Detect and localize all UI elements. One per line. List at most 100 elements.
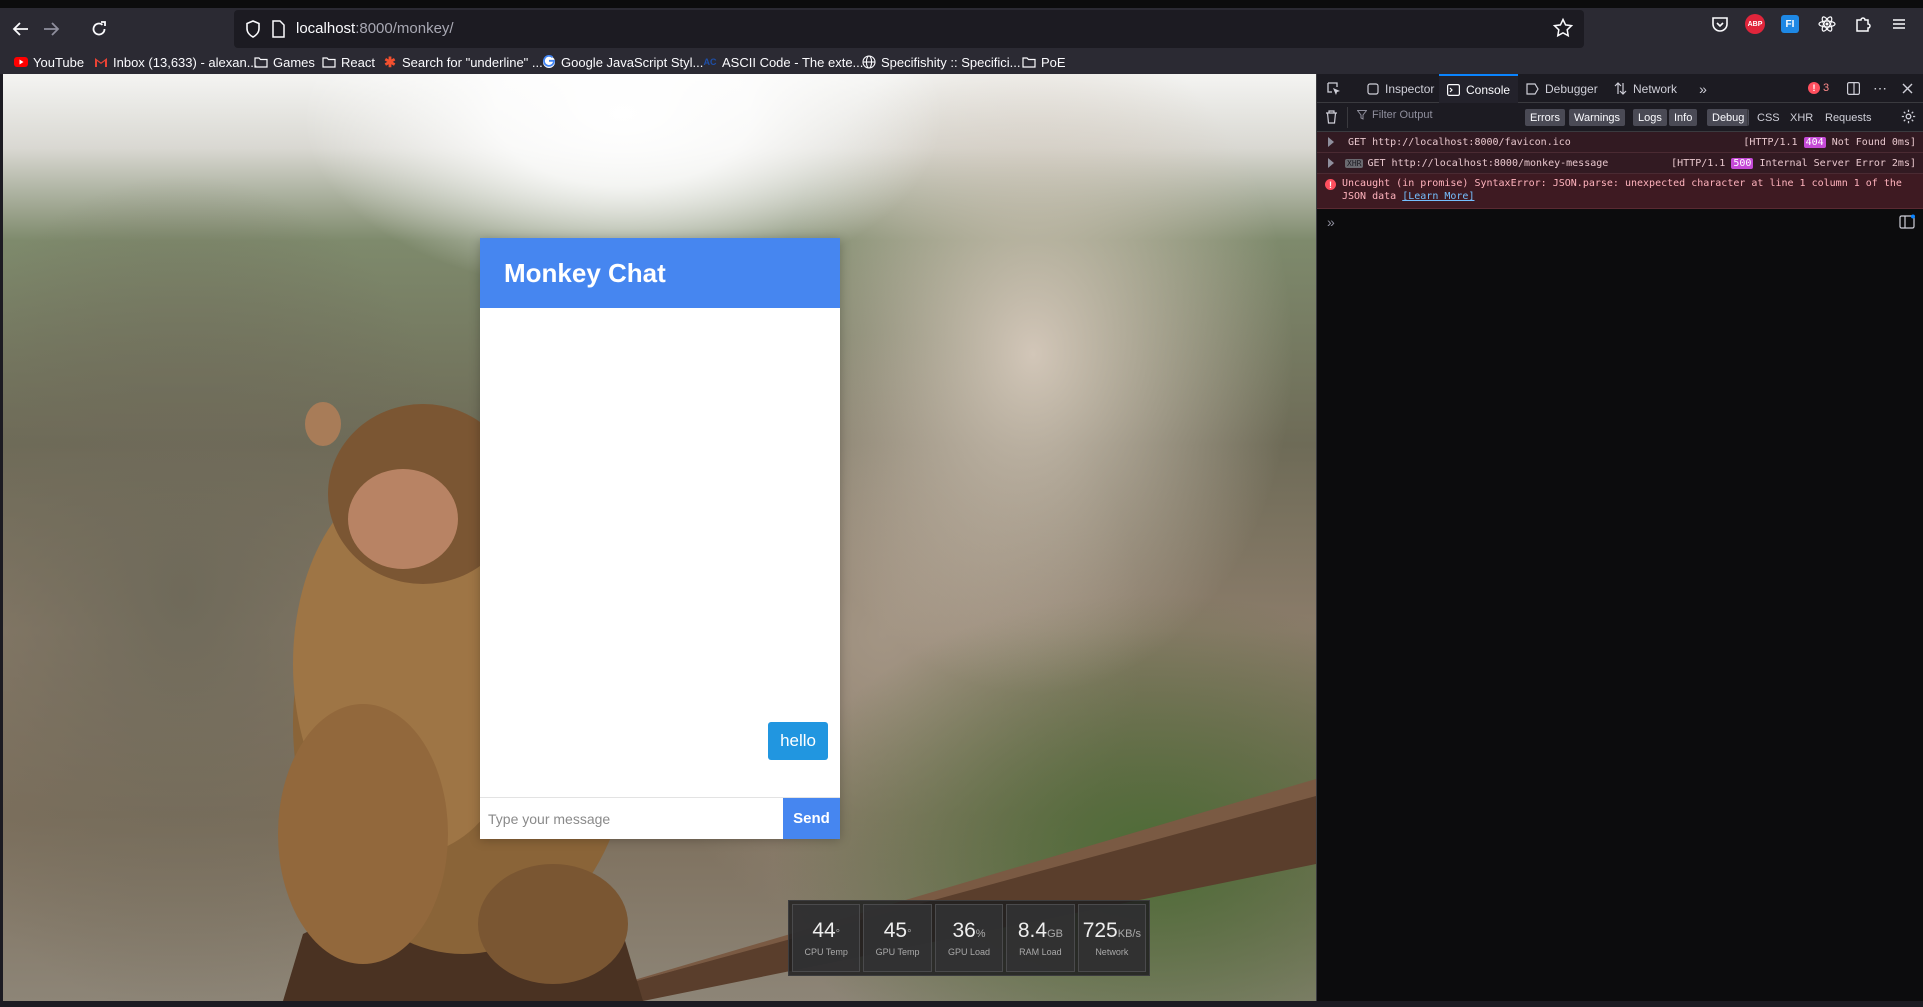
response-protocol: [HTTP/1.1 — [1671, 158, 1726, 169]
extension-icon: FI — [1781, 15, 1799, 33]
filter-info-button[interactable]: Info — [1669, 109, 1698, 126]
chat-messages: hello — [480, 308, 840, 792]
bookmark-label: Search for "underline" ... — [402, 54, 543, 70]
gpu-temp-label: GPU Temp — [875, 947, 920, 957]
message-input[interactable] — [480, 798, 783, 839]
filter-warnings-button[interactable]: Warnings — [1569, 109, 1626, 126]
toolbar-divider — [1747, 109, 1748, 126]
ram-load-value: 8.4GB — [1018, 919, 1063, 943]
trash-icon — [1326, 110, 1337, 124]
error-count-badge[interactable]: ! 3 — [1808, 82, 1829, 94]
page-viewport: Monkey Chat hello Send 44° CPU Temp 45° … — [3, 74, 1316, 1001]
split-console-icon[interactable] — [1899, 214, 1915, 230]
status-text: Internal Server Error 2ms] — [1759, 158, 1916, 169]
tab-inspector[interactable]: Inspector — [1359, 74, 1442, 103]
expand-caret-icon[interactable] — [1328, 137, 1334, 147]
folder-icon — [1022, 55, 1036, 69]
react-devtools-button[interactable] — [1816, 13, 1838, 35]
network-log-row[interactable]: GET http://localhost:8000/favicon.ico [H… — [1317, 132, 1923, 153]
gpu-load-unit: % — [975, 928, 986, 940]
tab-network[interactable]: Network — [1606, 74, 1685, 103]
xhr-tag: XHR — [1345, 159, 1364, 168]
tab-debugger[interactable]: Debugger — [1518, 74, 1606, 103]
network-number: 725 — [1082, 919, 1118, 942]
extension-button[interactable]: FI — [1779, 13, 1801, 35]
bookmarks-toolbar: YouTube Inbox (13,633) - alexan... Games… — [0, 50, 1923, 74]
gmail-icon — [94, 55, 108, 69]
tab-console[interactable]: Console — [1439, 74, 1519, 103]
dock-icon — [1846, 82, 1860, 95]
filter-output-input[interactable]: Filter Output — [1357, 109, 1433, 121]
bookmark-specifishity[interactable]: Specifishity :: Specifici... — [862, 52, 1020, 72]
reload-icon — [92, 21, 106, 36]
filter-requests-button[interactable]: Requests — [1825, 109, 1871, 126]
more-tabs-button[interactable]: » — [1695, 74, 1711, 103]
chat-footer: Send — [480, 797, 840, 839]
send-button[interactable]: Send — [783, 798, 840, 839]
pocket-button[interactable] — [1709, 13, 1731, 35]
tracking-shield-icon[interactable] — [244, 19, 262, 39]
console-prompt[interactable]: » — [1327, 214, 1335, 230]
filter-logs-button[interactable]: Logs — [1633, 109, 1667, 126]
tab-label: Debugger — [1545, 81, 1598, 96]
forward-button[interactable] — [36, 14, 66, 44]
bookmark-star-icon[interactable] — [1552, 17, 1574, 39]
bookmark-inbox[interactable]: Inbox (13,633) - alexan... — [94, 52, 258, 72]
network-icon — [1614, 82, 1627, 95]
bookmark-google-js-style[interactable]: Google JavaScript Styl... — [542, 52, 703, 72]
chat-header: Monkey Chat — [480, 238, 840, 308]
bookmark-ascii-code[interactable]: AC ASCII Code - The exte... — [703, 52, 864, 72]
tab-label: Network — [1633, 81, 1678, 96]
bookmark-label: Inbox (13,633) - alexan... — [113, 54, 258, 70]
close-devtools-button[interactable] — [1899, 74, 1915, 103]
back-button[interactable] — [6, 14, 36, 44]
cpu-temp-value: 44° — [812, 919, 840, 943]
request-url[interactable]: http://localhost:8000/favicon.ico — [1372, 137, 1571, 148]
request-method: GET — [1348, 137, 1367, 148]
devtools-menu-button[interactable]: ⋯ — [1871, 74, 1889, 103]
close-icon — [1902, 83, 1912, 94]
pocket-icon — [1712, 17, 1728, 32]
bookmark-label: Google JavaScript Styl... — [561, 54, 704, 70]
adblock-extension-button[interactable]: ABP — [1744, 13, 1766, 35]
url-text[interactable]: localhost:8000/monkey/ — [296, 20, 454, 37]
filter-css-button[interactable]: CSS — [1757, 109, 1780, 126]
bookmark-search-underline[interactable]: ✱ Search for "underline" ... — [383, 52, 543, 72]
bookmark-label: Specifishity :: Specifici... — [881, 54, 1021, 70]
learn-more-link[interactable]: [Learn More] — [1402, 191, 1474, 202]
arrow-right-icon — [44, 22, 60, 36]
filter-xhr-button[interactable]: XHR — [1790, 109, 1813, 126]
dock-options-button[interactable] — [1845, 74, 1861, 103]
bookmark-poe[interactable]: PoE — [1022, 52, 1066, 72]
cpu-temp-unit: ° — [835, 928, 841, 940]
pick-element-button[interactable] — [1323, 74, 1345, 103]
request-url[interactable]: http://localhost:8000/monkey-message — [1392, 158, 1609, 169]
bookmark-games[interactable]: Games — [254, 52, 315, 72]
error-log-row[interactable]: ! Uncaught (in promise) SyntaxError: JSO… — [1317, 174, 1923, 209]
console-toolbar: Filter Output Errors Warnings Logs Info … — [1317, 103, 1923, 132]
devtools-tabbar: Inspector Console Debugger Network » ! 3… — [1317, 74, 1923, 103]
bookmark-label: ASCII Code - The exte... — [722, 54, 864, 70]
url-bar[interactable]: localhost:8000/monkey/ — [234, 10, 1584, 48]
inspector-icon — [1367, 82, 1379, 95]
folder-icon — [322, 55, 336, 69]
devtools-panel: Inspector Console Debugger Network » ! 3… — [1316, 74, 1923, 1001]
expand-caret-icon[interactable] — [1328, 158, 1334, 168]
menu-button[interactable] — [1888, 13, 1910, 35]
error-message: Uncaught (in promise) SyntaxError: JSON.… — [1342, 177, 1912, 203]
clear-console-button[interactable] — [1325, 110, 1338, 129]
reload-button[interactable] — [84, 14, 114, 44]
console-settings-button[interactable] — [1901, 109, 1916, 129]
filter-debug-button[interactable]: Debug — [1707, 109, 1750, 126]
bookmark-youtube[interactable]: YouTube — [14, 52, 84, 72]
extensions-button[interactable] — [1852, 13, 1874, 35]
filter-placeholder: Filter Output — [1372, 109, 1433, 121]
filter-errors-button[interactable]: Errors — [1525, 109, 1565, 126]
bookmark-label: PoE — [1041, 54, 1066, 70]
request-text: XHR GET http://localhost:8000/monkey-mess… — [1345, 158, 1608, 169]
page-info-icon[interactable] — [270, 20, 286, 38]
network-log-row[interactable]: XHR GET http://localhost:8000/monkey-mess… — [1317, 153, 1923, 174]
bookmark-react[interactable]: React — [322, 52, 375, 72]
gpu-load-number: 36 — [952, 919, 976, 942]
gpu-load-widget: 36% GPU Load — [934, 904, 1004, 972]
